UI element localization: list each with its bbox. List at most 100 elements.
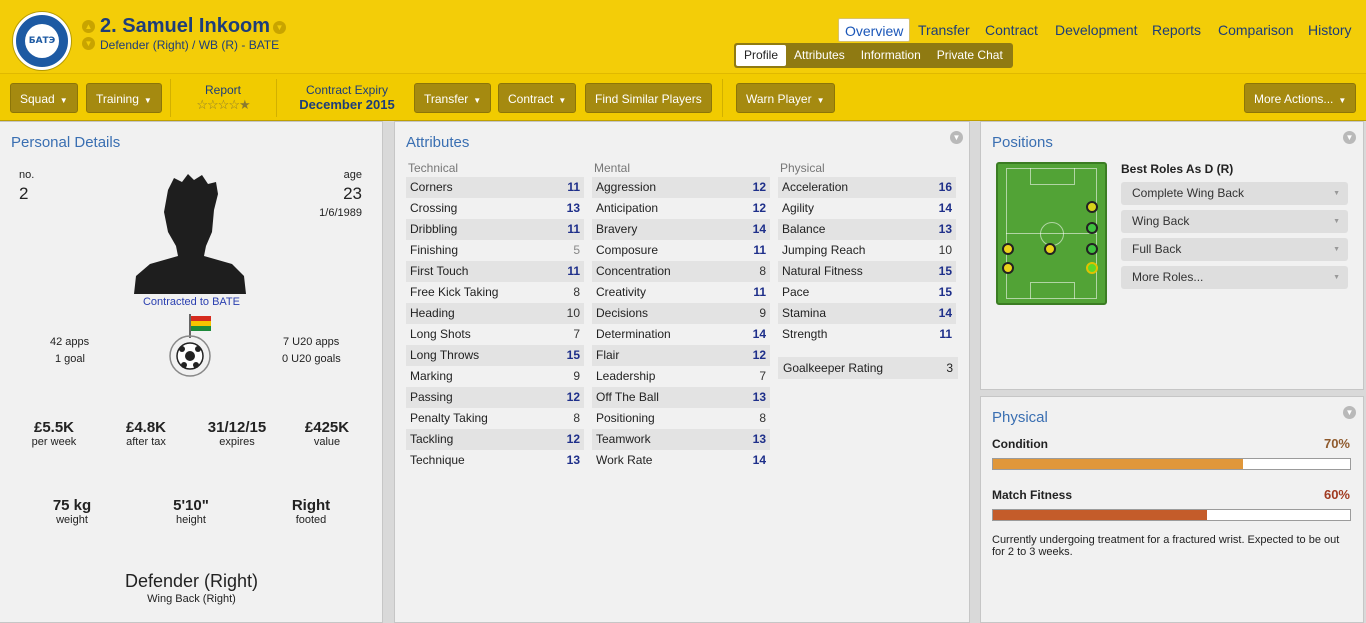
attribute-row-work-rate[interactable]: Work Rate 14 — [592, 450, 770, 471]
attribute-row-finishing[interactable]: Finishing 5 — [406, 240, 584, 261]
tab-development[interactable]: Development — [1049, 18, 1144, 42]
attribute-value: 9 — [759, 306, 766, 320]
attribute-name: Free Kick Taking — [410, 285, 499, 299]
attribute-name: Work Rate — [596, 453, 653, 467]
sub-tabs: Profile Attributes Information Private C… — [734, 43, 1013, 68]
previous-player-icon[interactable]: ▲ — [82, 20, 95, 33]
attribute-row-first-touch[interactable]: First Touch 11 — [406, 261, 584, 282]
next-player-icon[interactable]: ▼ — [82, 37, 95, 50]
attribute-row-anticipation[interactable]: Anticipation 12 — [592, 198, 770, 219]
attribute-row-natural-fitness[interactable]: Natural Fitness 15 — [778, 261, 956, 282]
attribute-row-jumping-reach[interactable]: Jumping Reach 10 — [778, 240, 956, 261]
tab-overview[interactable]: Overview — [838, 18, 911, 42]
attributes-collapse-icon[interactable]: ▼ — [950, 131, 963, 144]
attribute-row-determination[interactable]: Determination 14 — [592, 324, 770, 345]
subtab-private-chat[interactable]: Private Chat — [929, 45, 1011, 66]
wage-stat: £5.5K per week — [31, 419, 77, 448]
toolbar: Squad ▼ Training ▼ Report ☆☆☆☆★ Contract E… — [0, 73, 1366, 121]
attribute-row-stamina[interactable]: Stamina 14 — [778, 303, 956, 324]
attribute-row-acceleration[interactable]: Acceleration 16 — [778, 177, 956, 198]
attribute-row-tackling[interactable]: Tackling 12 — [406, 429, 584, 450]
attribute-row-decisions[interactable]: Decisions 9 — [592, 303, 770, 324]
tab-comparison[interactable]: Comparison — [1212, 18, 1299, 42]
attribute-name: Penalty Taking — [410, 411, 488, 425]
role-complete-wing-back[interactable]: Complete Wing Back ▼ — [1121, 182, 1348, 205]
squad-button[interactable]: Squad ▼ — [10, 83, 78, 113]
international-apps: 42 apps — [50, 336, 90, 348]
attribute-name: Off The Ball — [596, 390, 659, 404]
technical-heading: Technical — [408, 161, 459, 175]
subtab-attributes[interactable]: Attributes — [786, 45, 853, 66]
attribute-row-pace[interactable]: Pace 15 — [778, 282, 956, 303]
attribute-row-strength[interactable]: Strength 11 — [778, 324, 956, 345]
attribute-name: Tackling — [410, 432, 454, 446]
attribute-row-crossing[interactable]: Crossing 13 — [406, 198, 584, 219]
role-wing-back[interactable]: Wing Back ▼ — [1121, 210, 1348, 233]
attribute-row-off-the-ball[interactable]: Off The Ball 13 — [592, 387, 770, 408]
warn-player-button[interactable]: Warn Player ▼ — [736, 83, 835, 113]
attribute-row-teamwork[interactable]: Teamwork 13 — [592, 429, 770, 450]
position-dot-dc — [1044, 243, 1056, 255]
more-actions-button[interactable]: More Actions... ▼ — [1244, 83, 1357, 113]
tab-transfer[interactable]: Transfer — [912, 18, 976, 42]
national-team-crest-icon — [169, 314, 211, 377]
physical-collapse-icon[interactable]: ▼ — [1343, 406, 1356, 419]
attribute-value: 14 — [938, 306, 952, 320]
attribute-value: 14 — [938, 201, 952, 215]
attribute-row-passing[interactable]: Passing 12 — [406, 387, 584, 408]
footed-stat: Right footed — [291, 497, 331, 526]
subtab-information[interactable]: Information — [853, 45, 929, 66]
attribute-row-penalty-taking[interactable]: Penalty Taking 8 — [406, 408, 584, 429]
goalkeeper-rating-label: Goalkeeper Rating — [783, 361, 884, 375]
transfer-button[interactable]: Transfer ▼ — [414, 83, 492, 113]
attribute-row-composure[interactable]: Composure 11 — [592, 240, 770, 261]
age-label: age — [343, 169, 362, 181]
attribute-row-marking[interactable]: Marking 9 — [406, 366, 584, 387]
attribute-value: 11 — [567, 180, 580, 194]
attribute-value: 11 — [753, 285, 766, 299]
attribute-row-flair[interactable]: Flair 12 — [592, 345, 770, 366]
squad-number: 2 — [19, 184, 29, 203]
more-roles-button[interactable]: More Roles... ▼ — [1121, 266, 1348, 289]
condition-value: 70% — [1323, 436, 1350, 451]
primary-role: Wing Back (Right) — [147, 593, 236, 605]
tab-history[interactable]: History — [1302, 18, 1358, 42]
subtab-profile[interactable]: Profile — [736, 45, 787, 66]
attribute-name: Aggression — [596, 180, 657, 194]
find-similar-players-button[interactable]: Find Similar Players — [585, 83, 712, 113]
attribute-value: 11 — [567, 264, 580, 278]
contract-expiry-label: Contract Expiry — [305, 83, 389, 97]
attribute-row-agility[interactable]: Agility 14 — [778, 198, 956, 219]
contract-club-label[interactable]: Contracted to BATE — [0, 296, 383, 308]
attributes-title: Attributes — [406, 134, 470, 151]
training-button[interactable]: Training ▼ — [86, 83, 162, 113]
report-label: Report — [204, 83, 242, 97]
attribute-row-free-kick-taking[interactable]: Free Kick Taking 8 — [406, 282, 584, 303]
contract-expiry-widget: Contract Expiry December 2015 — [294, 83, 400, 112]
attribute-row-positioning[interactable]: Positioning 8 — [592, 408, 770, 429]
attribute-row-dribbling[interactable]: Dribbling 11 — [406, 219, 584, 240]
attribute-row-aggression[interactable]: Aggression 12 — [592, 177, 770, 198]
attribute-row-corners[interactable]: Corners 11 — [406, 177, 584, 198]
report-widget[interactable]: Report ☆☆☆☆★ — [190, 83, 256, 113]
injury-status: Currently undergoing treatment for a fra… — [992, 534, 1340, 558]
player-menu-icon[interactable]: ▼ — [273, 21, 286, 34]
tab-contract[interactable]: Contract — [979, 18, 1044, 42]
attribute-row-balance[interactable]: Balance 13 — [778, 219, 956, 240]
role-full-back[interactable]: Full Back ▼ — [1121, 238, 1348, 261]
attribute-row-creativity[interactable]: Creativity 11 — [592, 282, 770, 303]
tab-reports[interactable]: Reports — [1146, 18, 1207, 42]
contract-button[interactable]: Contract ▼ — [498, 83, 577, 113]
attribute-row-long-shots[interactable]: Long Shots 7 — [406, 324, 584, 345]
attribute-row-bravery[interactable]: Bravery 14 — [592, 219, 770, 240]
attribute-row-concentration[interactable]: Concentration 8 — [592, 261, 770, 282]
attribute-row-technique[interactable]: Technique 13 — [406, 450, 584, 471]
physical-attributes: Acceleration 16 Agility 14 Balance 13 Jumping … — [778, 177, 956, 345]
condition-bar-fill — [993, 459, 1243, 469]
attribute-row-leadership[interactable]: Leadership 7 — [592, 366, 770, 387]
after-tax-stat: £4.8K after tax — [125, 419, 167, 448]
attribute-row-heading[interactable]: Heading 10 — [406, 303, 584, 324]
attribute-row-long-throws[interactable]: Long Throws 15 — [406, 345, 584, 366]
attribute-name: Heading — [410, 306, 455, 320]
positions-collapse-icon[interactable]: ▼ — [1343, 131, 1356, 144]
